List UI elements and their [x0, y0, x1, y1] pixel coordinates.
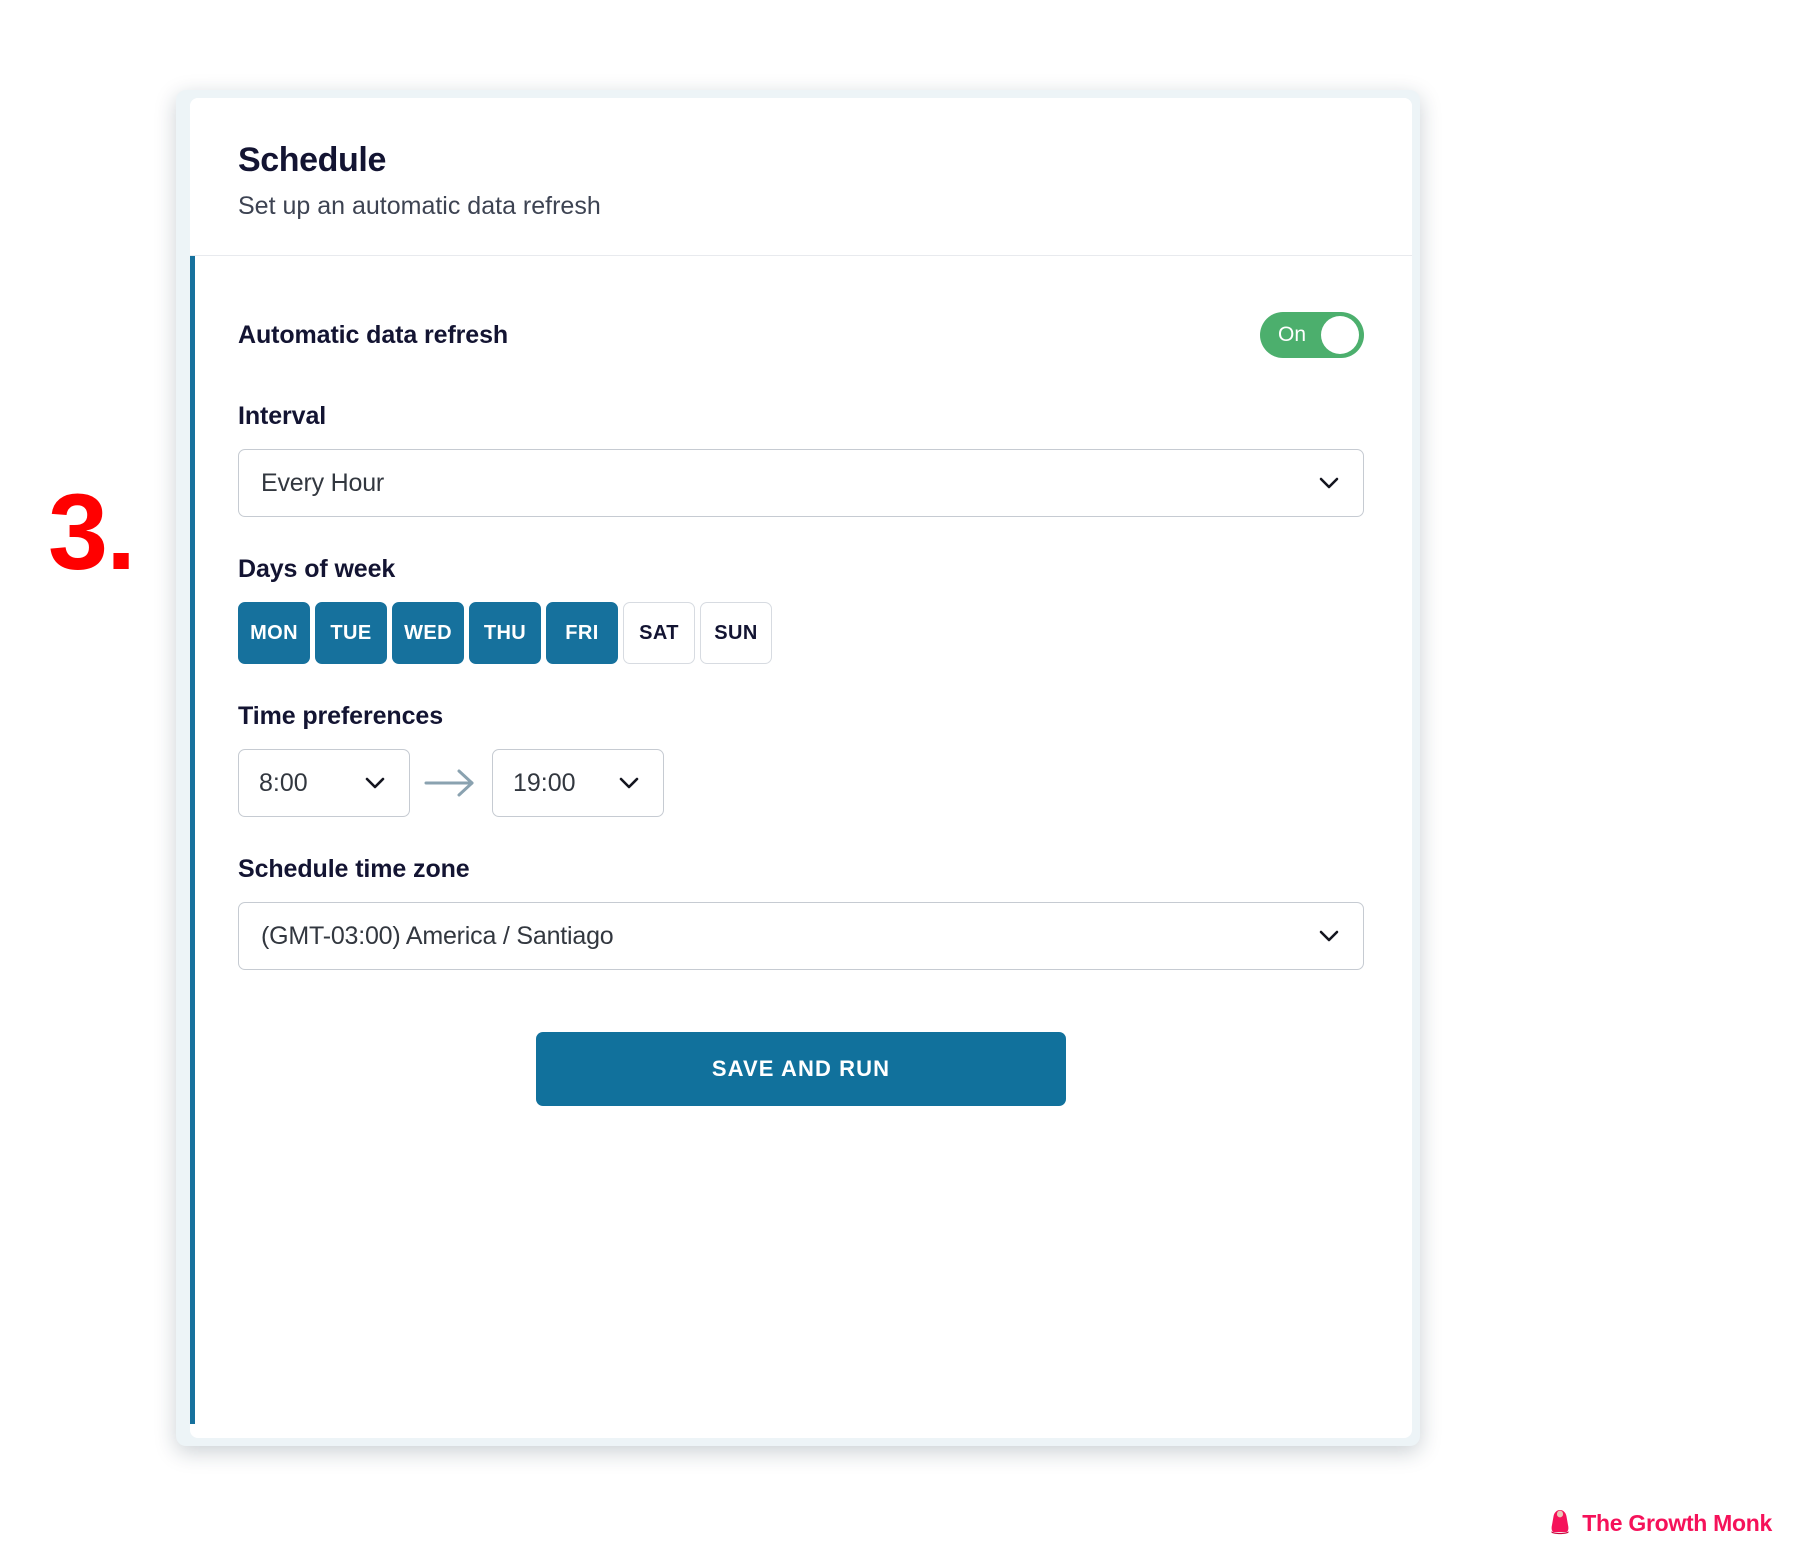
toggle-knob — [1321, 316, 1359, 355]
toggle-state-label: On — [1278, 323, 1307, 347]
page-title: Schedule — [238, 141, 386, 179]
schedule-time-zone-label: Schedule time zone — [238, 855, 470, 884]
left-accent-bar — [190, 256, 195, 1425]
days-of-week-field: Days of week MON TUE WED THU FRI SAT SUN — [238, 555, 1364, 665]
monk-icon — [1547, 1507, 1573, 1540]
automatic-data-refresh-row: Automatic data refresh On — [238, 312, 1364, 359]
day-button-sat[interactable]: SAT — [623, 602, 695, 665]
time-preferences-label: Time preferences — [238, 702, 443, 731]
arrow-right-icon — [410, 768, 492, 798]
save-and-run-button[interactable]: SAVE AND RUN — [536, 1032, 1066, 1107]
step-number-annotation: 3. — [48, 471, 136, 592]
schedule-card: Schedule Set up an automatic data refres… — [176, 90, 1420, 1446]
automatic-data-refresh-toggle[interactable]: On — [1260, 312, 1364, 359]
card-body: Automatic data refresh On Interval Every… — [190, 256, 1412, 1425]
day-button-wed[interactable]: WED — [392, 602, 464, 665]
schedule-time-zone-field: Schedule time zone (GMT-03:00) America /… — [238, 855, 1364, 971]
time-preferences-field: Time preferences 8:00 19:00 — [238, 702, 1364, 818]
interval-value: Every Hour — [261, 468, 385, 497]
days-of-week-group: MON TUE WED THU FRI SAT SUN — [238, 602, 1364, 665]
watermark-text: The Growth Monk — [1582, 1510, 1772, 1536]
automatic-data-refresh-label: Automatic data refresh — [238, 320, 509, 349]
schedule-time-zone-value: (GMT-03:00) America / Santiago — [261, 921, 614, 950]
start-time-select[interactable]: 8:00 — [238, 749, 410, 818]
day-button-mon[interactable]: MON — [238, 602, 310, 665]
day-button-fri[interactable]: FRI — [546, 602, 618, 665]
save-button-container: SAVE AND RUN — [238, 1032, 1364, 1107]
days-of-week-label: Days of week — [238, 555, 396, 584]
time-range-row: 8:00 19:00 — [238, 749, 1364, 818]
chevron-down-icon — [1319, 477, 1339, 489]
watermark: The Growth Monk — [1547, 1507, 1772, 1540]
end-time-value: 19:00 — [513, 768, 576, 797]
interval-select[interactable]: Every Hour — [238, 449, 1364, 518]
page-subtitle: Set up an automatic data refresh — [238, 192, 601, 221]
chevron-down-icon — [619, 777, 639, 789]
card-header: Schedule Set up an automatic data refres… — [190, 98, 1412, 257]
day-button-thu[interactable]: THU — [469, 602, 541, 665]
day-button-tue[interactable]: TUE — [315, 602, 387, 665]
start-time-value: 8:00 — [259, 768, 308, 797]
chevron-down-icon — [1319, 930, 1339, 942]
schedule-time-zone-select[interactable]: (GMT-03:00) America / Santiago — [238, 902, 1364, 971]
interval-label: Interval — [238, 402, 327, 431]
schedule-card-inner: Schedule Set up an automatic data refres… — [190, 98, 1412, 1438]
interval-field: Interval Every Hour — [238, 402, 1364, 518]
day-button-sun[interactable]: SUN — [700, 602, 772, 665]
chevron-down-icon — [365, 777, 385, 789]
end-time-select[interactable]: 19:00 — [492, 749, 664, 818]
